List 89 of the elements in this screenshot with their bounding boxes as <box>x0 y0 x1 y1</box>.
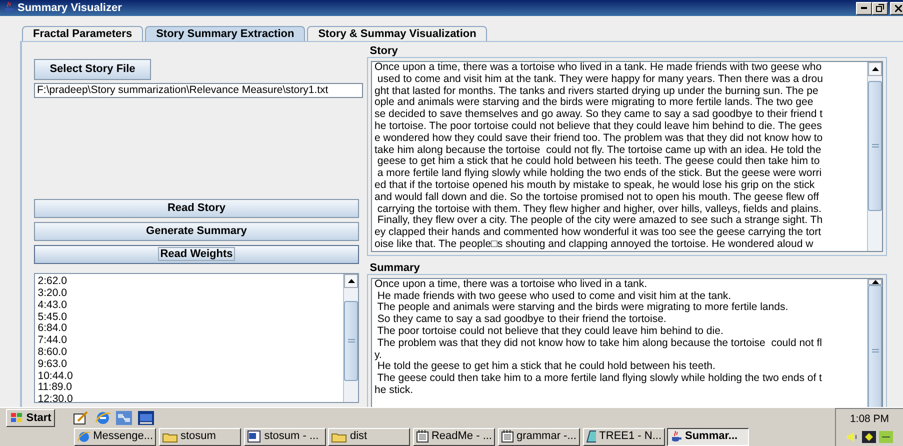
up-arrow-icon[interactable] <box>872 67 879 71</box>
minimize-icon <box>860 7 866 9</box>
network-icon[interactable] <box>862 430 876 443</box>
up-arrow-icon[interactable] <box>348 279 354 284</box>
file-path-field[interactable]: F:\pradeep\Story summarization\Relevance Measure\story1.txt <box>34 82 363 98</box>
story-scrollbar[interactable] <box>867 62 882 251</box>
notepad-icon <box>416 430 429 443</box>
list-item[interactable]: 2:62.0 <box>38 276 343 288</box>
list-item[interactable]: 3:20.0 <box>38 288 343 300</box>
cup-icon <box>670 430 682 442</box>
minimize-button[interactable] <box>856 2 872 14</box>
taskbar-button[interactable]: stosum - ... <box>244 428 326 446</box>
text-line: geese to get him a stick that he could hold between his teeth. The geese could then take him to <box>376 156 821 168</box>
book-icon <box>586 430 596 443</box>
taskbar-button[interactable]: stosum <box>158 428 241 446</box>
story-text-area[interactable] <box>370 61 884 252</box>
list-item[interactable]: 7:44.0 <box>38 335 343 348</box>
text-line: So they came to say a sad goodbye to their friend the tortoise. <box>376 314 668 326</box>
list-item[interactable]: 8:60.0 <box>38 347 343 359</box>
text-line: y. <box>374 350 383 362</box>
notepad-icon <box>500 430 514 443</box>
text-line: used to come and visit him at the tank. They were happy for many years. Then there was a drou <box>376 74 824 86</box>
action-button[interactable]: Generate Summary <box>34 222 359 241</box>
list-item[interactable]: 9:63.0 <box>38 358 343 371</box>
select-file-button[interactable]: Select Story File <box>34 59 151 80</box>
tab[interactable]: Story Summary Extraction <box>145 26 306 41</box>
list-item[interactable]: 12:30.0 <box>38 394 343 402</box>
text-line: take him along because the tortoise could not fly. The tortoise came up with an idea. He told the <box>374 144 822 156</box>
taskbar-button[interactable]: ReadMe - ... <box>413 428 495 446</box>
taskbar-button[interactable]: Summar... <box>667 428 750 446</box>
taskbar-button[interactable]: dist <box>328 428 410 446</box>
text-line: Once upon a time, there was a tortoise who lived in a tank. He made friends with two geese who <box>374 62 823 74</box>
text-line: The poor tortoise could not believe that they could leave him behind to die. <box>376 326 724 338</box>
restore-button[interactable] <box>872 2 888 14</box>
text-line: ey clapped their hands and commented how wonderful it was too see the geese carrying the tort <box>374 227 822 239</box>
text-line: carrying the tortoise with them. They flew higher and higher, over hills, valleys, fields and plains. <box>376 204 822 215</box>
list-scrollbar[interactable] <box>343 274 358 402</box>
list-item[interactable]: 5:45.0 <box>38 312 343 324</box>
list-item[interactable]: 10:44.0 <box>38 370 343 382</box>
window-title: Summary Visualizer <box>18 0 122 16</box>
grip-icon <box>872 348 879 353</box>
text-line: he tortoise. The poor tortoise could not believe that they could leave him behind to die. The gees <box>374 120 823 133</box>
text-line: The people and animals were starving and the birds were migrating to more fertile lands. <box>376 302 790 314</box>
start-button[interactable]: Start <box>6 409 56 427</box>
summary-text-area[interactable] <box>370 278 884 407</box>
grip-icon <box>872 144 879 148</box>
summary-scrollbar[interactable] <box>867 278 882 407</box>
text-line: se decided to save themselves and go away. So they came to say a sad goodbye to their friend t <box>374 109 824 121</box>
text-line: ght that lasted for months. The tanks and rivers started drying up under the burning sun. The pe <box>374 86 820 97</box>
folder-icon <box>331 430 348 442</box>
grip-icon <box>348 339 354 344</box>
document-icon <box>246 430 262 443</box>
speaker-icon[interactable] <box>846 430 860 443</box>
text-line: and would fall down and die. So the tortoise promised not to open his mouth. The geese flew off <box>374 192 820 204</box>
browser-icon <box>77 430 90 443</box>
text-line: ed that if the tortoise opened his mouth by mistake to speak, he would lose his grip on the stick <box>374 180 816 192</box>
up-arrow-icon[interactable] <box>872 280 879 284</box>
text-line: The problem was that they did not know how to take him along because the tortoise could not fl <box>376 338 823 350</box>
tab[interactable]: Fractal Parameters <box>22 26 144 41</box>
restore-icon <box>876 4 884 12</box>
text-line: a more fertile land flying slowly while holding the two ends of the stick. But the geese were worri <box>376 168 823 180</box>
notepad-pen-icon[interactable] <box>73 411 90 425</box>
taskbar-button[interactable]: TREE1 - N... <box>582 428 664 446</box>
taskbar-button[interactable]: grammar -... <box>498 428 580 446</box>
display-icon[interactable] <box>878 430 893 443</box>
list-item[interactable]: 6:84.0 <box>38 323 343 336</box>
text-line: Finally, they flew over a city. The people of the city were amazed to see such a strange sight. Th <box>376 215 824 227</box>
text-line: oise like that. The people□s shouting and clapping annoyed the tortoise. He wondered aloud w <box>374 238 814 251</box>
close-icon <box>894 4 902 12</box>
text-line: he stick. <box>374 384 414 397</box>
list-item[interactable]: 11:89.0 <box>38 382 343 394</box>
action-button[interactable]: Read Weights <box>34 244 359 264</box>
browser-icon[interactable] <box>94 411 111 425</box>
text-line: He told the geese to get him a stick that he could hold between his teeth. <box>377 361 716 373</box>
close-button[interactable] <box>890 2 903 14</box>
text-line: Once upon a time, there was a tortoise who lived in a tank. <box>374 278 648 291</box>
tab[interactable]: Story & Summay Visualization <box>307 26 488 41</box>
monitor-icon[interactable] <box>138 411 154 425</box>
text-line: ople and animals were starving and the birds were migrating to more fertile lands. The two gee <box>374 97 814 109</box>
text-line: He made friends with two geese who used to come and visit him at the tank. <box>376 290 732 302</box>
folder-icon <box>162 430 178 442</box>
text-line: The geese could then take him to a more fertile land flying slowly while holding the two ends of t <box>376 373 823 385</box>
list-item[interactable]: 4:43.0 <box>38 300 343 312</box>
taskbar-button[interactable]: Messenge... <box>74 428 156 446</box>
action-button[interactable]: Read Story <box>34 198 359 218</box>
windows-logo-icon <box>10 412 24 424</box>
clock: 1:08 PM <box>850 412 890 428</box>
cup-icon <box>2 2 15 14</box>
text-line: e wondered how they could save their friend too. The problem was that they did not know how to <box>374 132 824 145</box>
